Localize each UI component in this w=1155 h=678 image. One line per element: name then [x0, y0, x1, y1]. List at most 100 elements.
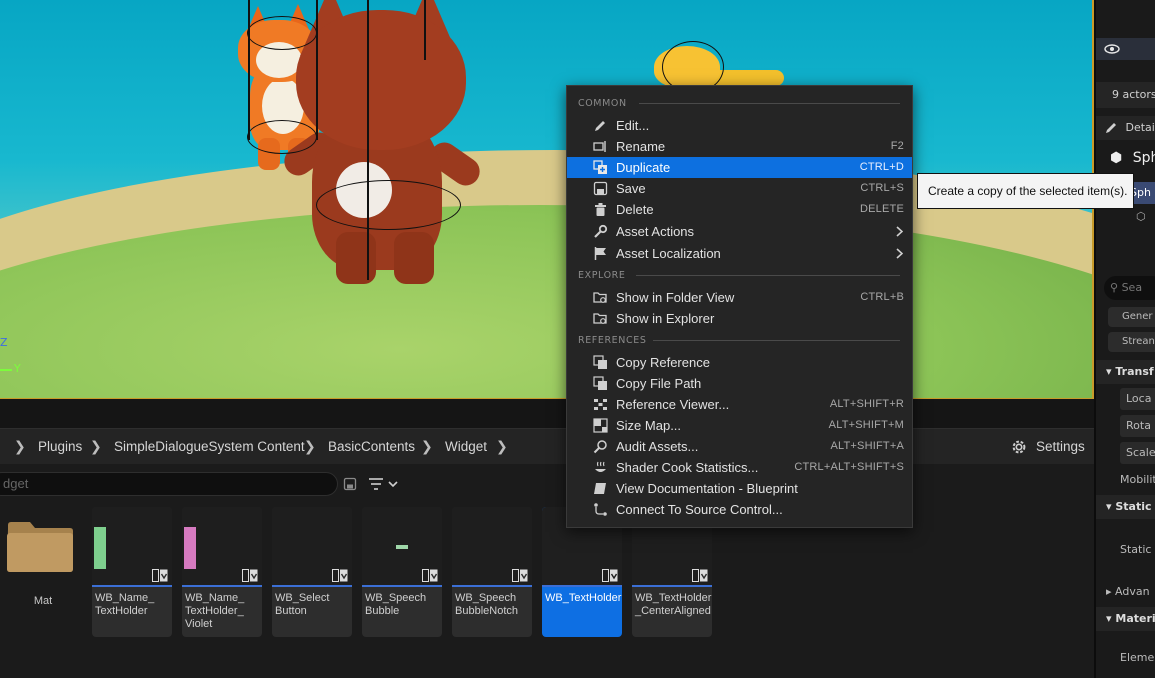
static-mesh-label: Static: [1120, 543, 1152, 556]
menu-item-label: Audit Assets...: [616, 439, 699, 454]
asset-thumbnail: [452, 507, 532, 587]
menu-item-shortcut: CTRL+D: [859, 161, 904, 173]
folder-icon: [7, 522, 73, 572]
menu-item-shader-cook-statistics[interactable]: Shader Cook Statistics... CTRL+ALT+SHIFT…: [567, 457, 912, 478]
asset-name: Mat: [33, 595, 53, 607]
pencil-icon: [1106, 123, 1116, 133]
menu-item-delete[interactable]: Delete DELETE: [567, 199, 912, 220]
pencil-icon: [595, 121, 605, 131]
menu-item-label: Asset Actions: [616, 224, 695, 239]
menu-item-audit-assets[interactable]: Audit Assets... ALT+SHIFT+A: [567, 436, 912, 457]
menu-item-connect-source-control[interactable]: Connect To Source Control...: [567, 499, 912, 520]
filter-icon[interactable]: [368, 476, 398, 492]
gear-icon[interactable]: [1010, 438, 1028, 456]
menu-item-edit[interactable]: Edit...: [567, 115, 912, 136]
book-icon: [594, 483, 606, 494]
flag-icon: [594, 247, 606, 260]
component-cube-icon[interactable]: ⬡: [1096, 208, 1155, 226]
menu-item-shortcut: DELETE: [860, 203, 904, 215]
menu-item-label: Copy File Path: [616, 376, 702, 391]
chevron-right-icon[interactable]: ❯: [90, 429, 102, 465]
actors-count: 9 actors: [1096, 82, 1155, 108]
selected-actor-name: Sph: [1132, 150, 1155, 166]
expand-arrow-icon: ▸: [1106, 585, 1112, 598]
search-icon: ⚲: [1110, 281, 1119, 294]
asset-tile[interactable]: WB_Speech BubbleNotch: [452, 507, 532, 637]
selected-actor-title: ⬢ Sph: [1096, 146, 1155, 170]
menu-item-view-documentation[interactable]: View Documentation - Blueprint: [567, 478, 912, 499]
rotation-field[interactable]: Rota: [1120, 415, 1155, 437]
details-search-input[interactable]: ⚲ Sea: [1104, 276, 1155, 300]
content-search-placeholder: dget: [3, 476, 29, 491]
menu-item-save[interactable]: Save CTRL+S: [567, 178, 912, 199]
menu-item-rename[interactable]: Rename F2: [567, 136, 912, 157]
section-header-explore: EXPLORE: [578, 270, 626, 281]
menu-item-label: Connect To Source Control...: [616, 502, 783, 517]
section-transform[interactable]: ▾ Transf: [1096, 360, 1155, 384]
menu-item-copy-reference[interactable]: Copy Reference: [567, 352, 912, 373]
asset-context-menu: COMMON Edit... Rename F2 Duplicate CTRL+…: [566, 85, 913, 528]
menu-item-copy-file-path[interactable]: Copy File Path: [567, 373, 912, 394]
widget-blueprint-icon: [692, 569, 708, 582]
asset-tile[interactable]: WB_Name_ TextHolder: [92, 507, 172, 637]
asset-name: WB_Select Button: [275, 592, 330, 617]
submenu-arrow-icon: [896, 226, 903, 237]
breadcrumb-item[interactable]: SimpleDialogueSystem Content: [114, 429, 305, 465]
section-materials[interactable]: ▾ Materi: [1096, 607, 1155, 631]
section-static-mesh[interactable]: ▾ Static: [1096, 495, 1155, 519]
element-label: Eleme: [1120, 651, 1155, 664]
asset-tile[interactable]: WB_Speech Bubble: [362, 507, 442, 637]
filter-general-button[interactable]: Gener: [1108, 307, 1155, 327]
chevron-right-icon[interactable]: ❯: [496, 429, 508, 465]
menu-item-shortcut: ALT+SHIFT+A: [830, 440, 904, 452]
mobility-label: Mobilit: [1120, 473, 1155, 486]
outliner-visibility-row[interactable]: [1096, 38, 1155, 60]
axis-z-label: Z: [0, 336, 8, 349]
save-search-icon[interactable]: [343, 477, 357, 491]
location-field[interactable]: Loca: [1120, 388, 1155, 410]
menu-item-asset-actions[interactable]: Asset Actions: [567, 221, 912, 242]
menu-item-size-map[interactable]: Size Map... ALT+SHIFT+M: [567, 415, 912, 436]
asset-grid: Mat WB_Name_ TextHolder WB_Name_ TextHol…: [0, 504, 1094, 678]
content-search-input[interactable]: dget: [0, 472, 338, 496]
section-divider: [639, 103, 900, 104]
menu-item-show-in-explorer[interactable]: Show in Explorer: [567, 308, 912, 329]
menu-item-shortcut: CTRL+ALT+SHIFT+S: [794, 461, 904, 473]
chevron-right-icon[interactable]: ❯: [304, 429, 316, 465]
menu-item-duplicate[interactable]: Duplicate CTRL+D: [567, 157, 912, 178]
widget-swatch: [396, 545, 408, 549]
eye-icon[interactable]: [1104, 44, 1120, 54]
filter-streaming-button[interactable]: Strean: [1108, 332, 1155, 352]
chevron-right-icon[interactable]: ❯: [14, 429, 26, 465]
section-materials-label: Materi: [1115, 612, 1155, 625]
cube-icon: ⬢: [1110, 150, 1123, 166]
section-transform-label: Transf: [1115, 365, 1154, 378]
size-map-icon: [593, 418, 608, 433]
menu-item-show-in-folder-view[interactable]: Show in Folder View CTRL+B: [567, 287, 912, 308]
menu-item-label: Asset Localization: [616, 246, 721, 261]
widget-blueprint-icon: [242, 569, 258, 582]
menu-item-shortcut: ALT+SHIFT+R: [829, 398, 904, 410]
folder-item[interactable]: Mat: [0, 507, 86, 637]
breadcrumb-item[interactable]: Plugins: [38, 429, 82, 465]
asset-tile[interactable]: WB_Name_ TextHolder_ Violet: [182, 507, 262, 637]
breadcrumb: ll ❯ Plugins ❯ SimpleDialogueSystem Cont…: [0, 428, 1094, 464]
axis-y-line: [0, 369, 12, 371]
section-divider: [636, 275, 900, 276]
details-tab[interactable]: Detai: [1096, 116, 1155, 140]
asset-tile[interactable]: WB_Select Button: [272, 507, 352, 637]
menu-item-label: Reference Viewer...: [616, 397, 730, 412]
menu-item-label: Edit...: [616, 118, 650, 133]
scale-field[interactable]: Scale: [1120, 442, 1155, 464]
advanced-row[interactable]: ▸ Advan: [1106, 582, 1155, 602]
copy-icon: [593, 376, 607, 390]
widget-swatch: [184, 527, 196, 569]
chevron-right-icon[interactable]: ❯: [421, 429, 433, 465]
collapse-arrow-icon: ▾: [1106, 612, 1112, 625]
menu-item-reference-viewer[interactable]: Reference Viewer... ALT+SHIFT+R: [567, 394, 912, 415]
breadcrumb-item[interactable]: Widget: [445, 429, 487, 465]
asset-thumbnail: [92, 507, 172, 587]
settings-button[interactable]: Settings: [1036, 429, 1085, 465]
breadcrumb-item[interactable]: BasicContents: [328, 429, 415, 465]
menu-item-asset-localization[interactable]: Asset Localization: [567, 243, 912, 264]
